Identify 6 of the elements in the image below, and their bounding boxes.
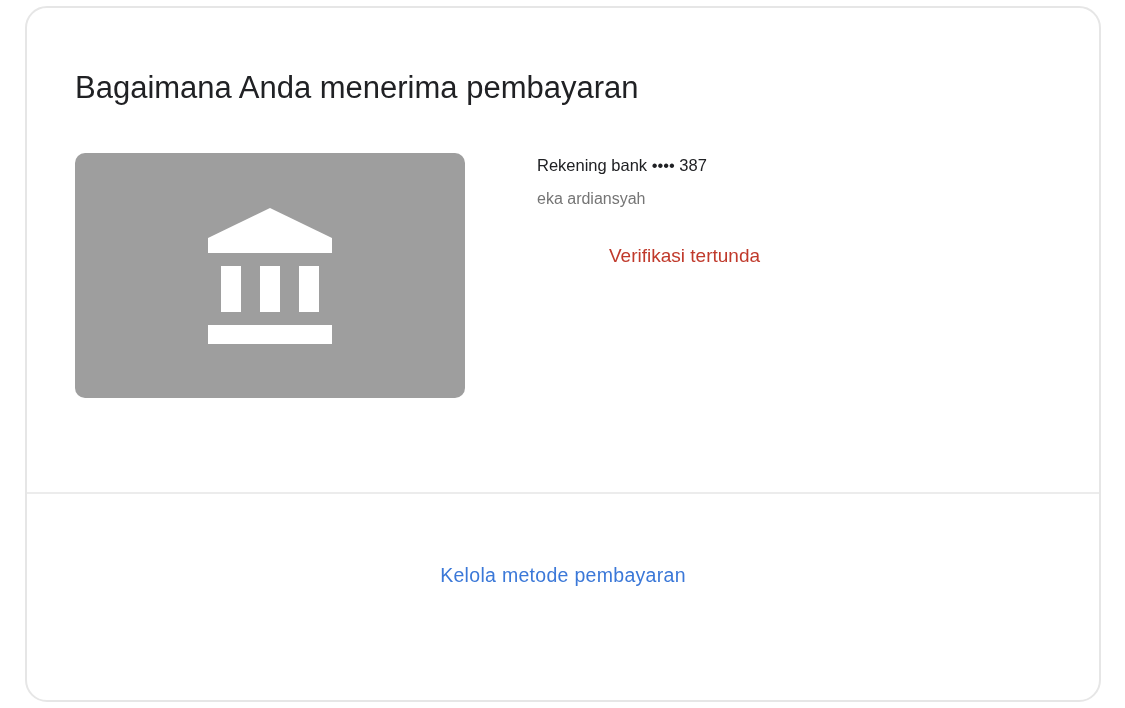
bank-icon bbox=[208, 207, 332, 344]
manage-payment-link[interactable]: Kelola metode pembayaran bbox=[440, 564, 686, 587]
account-label: Rekening bank •••• 387 bbox=[537, 156, 707, 175]
account-holder: eka ardiansyah bbox=[537, 190, 646, 208]
verification-status: Verifikasi tertunda bbox=[609, 245, 761, 267]
page-title: Bagaimana Anda menerima pembayaran bbox=[75, 70, 639, 106]
